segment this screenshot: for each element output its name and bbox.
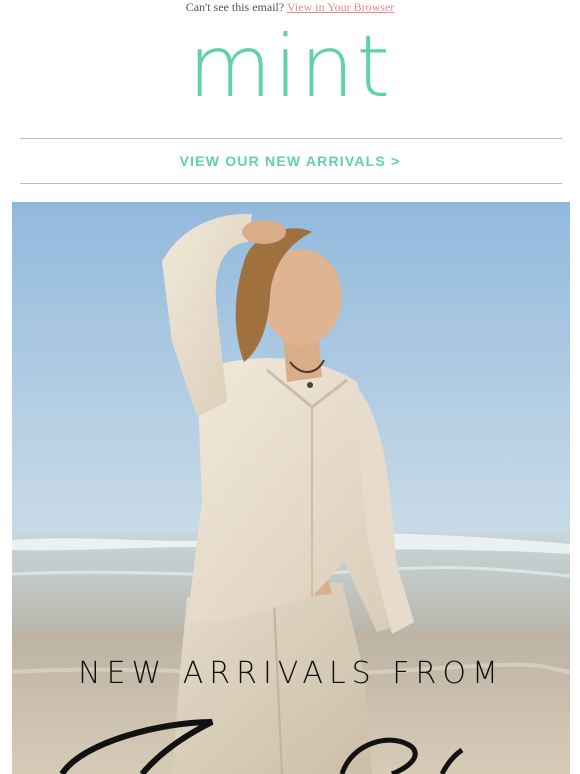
cant-see-email-text: Can't see this email? (185, 0, 285, 14)
necklace-pendant (307, 382, 313, 388)
view-new-arrivals-link[interactable]: VIEW OUR NEW ARRIVALS > (0, 150, 580, 172)
view-in-browser-link[interactable]: View in Your Browser (287, 0, 394, 14)
top-divider (20, 138, 562, 139)
mint-logo[interactable]: mint (0, 22, 580, 112)
cant-see-email-line: Can't see this email? View in Your Brows… (0, 0, 580, 14)
bottom-divider (20, 183, 562, 184)
hand-on-head (242, 220, 286, 244)
hero-headline: NEW ARRIVALS FROM (78, 656, 504, 691)
hero-image[interactable]: NEW ARRIVALS FROM (12, 202, 570, 774)
